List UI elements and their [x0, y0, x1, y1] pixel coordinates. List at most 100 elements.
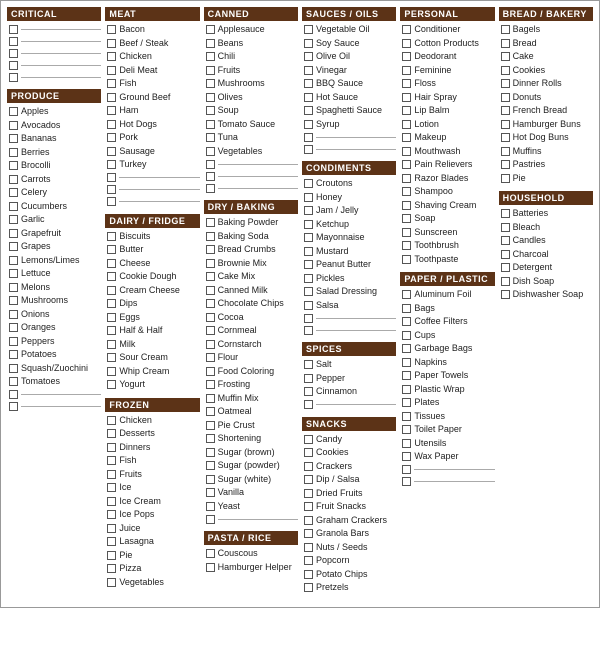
- checkbox[interactable]: [107, 564, 116, 573]
- list-item[interactable]: Ice: [105, 481, 199, 495]
- list-item[interactable]: Cake: [499, 50, 593, 64]
- checkbox[interactable]: [9, 61, 18, 70]
- checkbox[interactable]: [501, 39, 510, 48]
- list-item[interactable]: Baking Powder: [204, 216, 298, 230]
- list-item[interactable]: Eggs: [105, 311, 199, 325]
- list-item[interactable]: Hot Dogs: [105, 118, 199, 132]
- checkbox[interactable]: [9, 202, 18, 211]
- checkbox[interactable]: [107, 160, 116, 169]
- checkbox[interactable]: [107, 470, 116, 479]
- list-item[interactable]: Aluminum Foil: [400, 288, 494, 302]
- list-item[interactable]: Mouthwash: [400, 145, 494, 159]
- list-item[interactable]: Plates: [400, 396, 494, 410]
- checkbox[interactable]: [9, 402, 18, 411]
- checkbox[interactable]: [9, 188, 18, 197]
- list-item[interactable]: BBQ Sauce: [302, 77, 396, 91]
- list-item[interactable]: Muffins: [499, 145, 593, 159]
- list-item[interactable]: Detergent: [499, 261, 593, 275]
- checkbox[interactable]: [107, 79, 116, 88]
- checkbox[interactable]: [9, 377, 18, 386]
- checkbox[interactable]: [402, 214, 411, 223]
- checkbox[interactable]: [304, 314, 313, 323]
- checkbox[interactable]: [402, 398, 411, 407]
- checkbox[interactable]: [206, 461, 215, 470]
- list-item[interactable]: Beef / Steak: [105, 37, 199, 51]
- checkbox[interactable]: [402, 201, 411, 210]
- checkbox[interactable]: [304, 193, 313, 202]
- list-item[interactable]: Pie: [105, 549, 199, 563]
- checkbox[interactable]: [206, 367, 215, 376]
- checkbox[interactable]: [107, 524, 116, 533]
- checkbox[interactable]: [206, 502, 215, 511]
- checkbox[interactable]: [9, 296, 18, 305]
- list-item[interactable]: Spaghetti Sauce: [302, 104, 396, 118]
- list-item[interactable]: Cookies: [499, 64, 593, 78]
- list-item[interactable]: Couscous: [204, 547, 298, 561]
- checkbox[interactable]: [304, 462, 313, 471]
- list-item[interactable]: Grapefruit: [7, 227, 101, 241]
- list-item[interactable]: Chili: [204, 50, 298, 64]
- checkbox[interactable]: [206, 93, 215, 102]
- list-item[interactable]: Pizza: [105, 562, 199, 576]
- list-item[interactable]: Salt: [302, 358, 396, 372]
- list-item[interactable]: Shaving Cream: [400, 199, 494, 213]
- list-item[interactable]: Dishwasher Soap: [499, 288, 593, 302]
- checkbox[interactable]: [9, 283, 18, 292]
- list-item[interactable]: Mushrooms: [7, 294, 101, 308]
- checkbox[interactable]: [304, 79, 313, 88]
- checkbox[interactable]: [501, 250, 510, 259]
- checkbox[interactable]: [304, 374, 313, 383]
- list-item[interactable]: Oatmeal: [204, 405, 298, 419]
- checkbox[interactable]: [206, 218, 215, 227]
- list-item[interactable]: Chocolate Chips: [204, 297, 298, 311]
- checkbox[interactable]: [107, 120, 116, 129]
- checkbox[interactable]: [501, 160, 510, 169]
- list-item[interactable]: Mushrooms: [204, 77, 298, 91]
- checkbox[interactable]: [206, 407, 215, 416]
- checkbox[interactable]: [304, 274, 313, 283]
- list-item[interactable]: Salad Dressing: [302, 285, 396, 299]
- list-item[interactable]: Razor Blades: [400, 172, 494, 186]
- checkbox[interactable]: [206, 421, 215, 430]
- list-item[interactable]: Dip / Salsa: [302, 473, 396, 487]
- list-item[interactable]: Food Coloring: [204, 365, 298, 379]
- checkbox[interactable]: [9, 25, 18, 34]
- list-item[interactable]: Chicken: [105, 414, 199, 428]
- list-item[interactable]: Tomato Sauce: [204, 118, 298, 132]
- list-item[interactable]: Frosting: [204, 378, 298, 392]
- checkbox[interactable]: [107, 313, 116, 322]
- list-item[interactable]: Melons: [7, 281, 101, 295]
- checkbox[interactable]: [304, 220, 313, 229]
- checkbox[interactable]: [9, 364, 18, 373]
- checkbox[interactable]: [402, 120, 411, 129]
- list-item[interactable]: Tissues: [400, 410, 494, 424]
- checkbox[interactable]: [501, 133, 510, 142]
- checkbox[interactable]: [304, 106, 313, 115]
- list-item[interactable]: Squash/Zuochini: [7, 362, 101, 376]
- list-item[interactable]: Garbage Bags: [400, 342, 494, 356]
- checkbox[interactable]: [107, 380, 116, 389]
- list-item[interactable]: Lettuce: [7, 267, 101, 281]
- checkbox[interactable]: [501, 106, 510, 115]
- list-item[interactable]: Wax Paper: [400, 450, 494, 464]
- list-item[interactable]: Vegetables: [105, 576, 199, 590]
- list-item[interactable]: Bread: [499, 37, 593, 51]
- list-item[interactable]: Potato Chips: [302, 568, 396, 582]
- list-item[interactable]: Cornstarch: [204, 338, 298, 352]
- list-item[interactable]: Bananas: [7, 132, 101, 146]
- list-item[interactable]: Carrots: [7, 173, 101, 187]
- list-item[interactable]: Granola Bars: [302, 527, 396, 541]
- checkbox[interactable]: [304, 360, 313, 369]
- checkbox[interactable]: [402, 358, 411, 367]
- list-item[interactable]: Brocolli: [7, 159, 101, 173]
- list-item[interactable]: Donuts: [499, 91, 593, 105]
- checkbox[interactable]: [107, 497, 116, 506]
- checkbox[interactable]: [9, 350, 18, 359]
- checkbox[interactable]: [501, 277, 510, 286]
- checkbox[interactable]: [107, 133, 116, 142]
- checkbox[interactable]: [206, 563, 215, 572]
- list-item[interactable]: Paper Towels: [400, 369, 494, 383]
- list-item[interactable]: Milk: [105, 338, 199, 352]
- list-item[interactable]: Yeast: [204, 500, 298, 514]
- checkbox[interactable]: [9, 323, 18, 332]
